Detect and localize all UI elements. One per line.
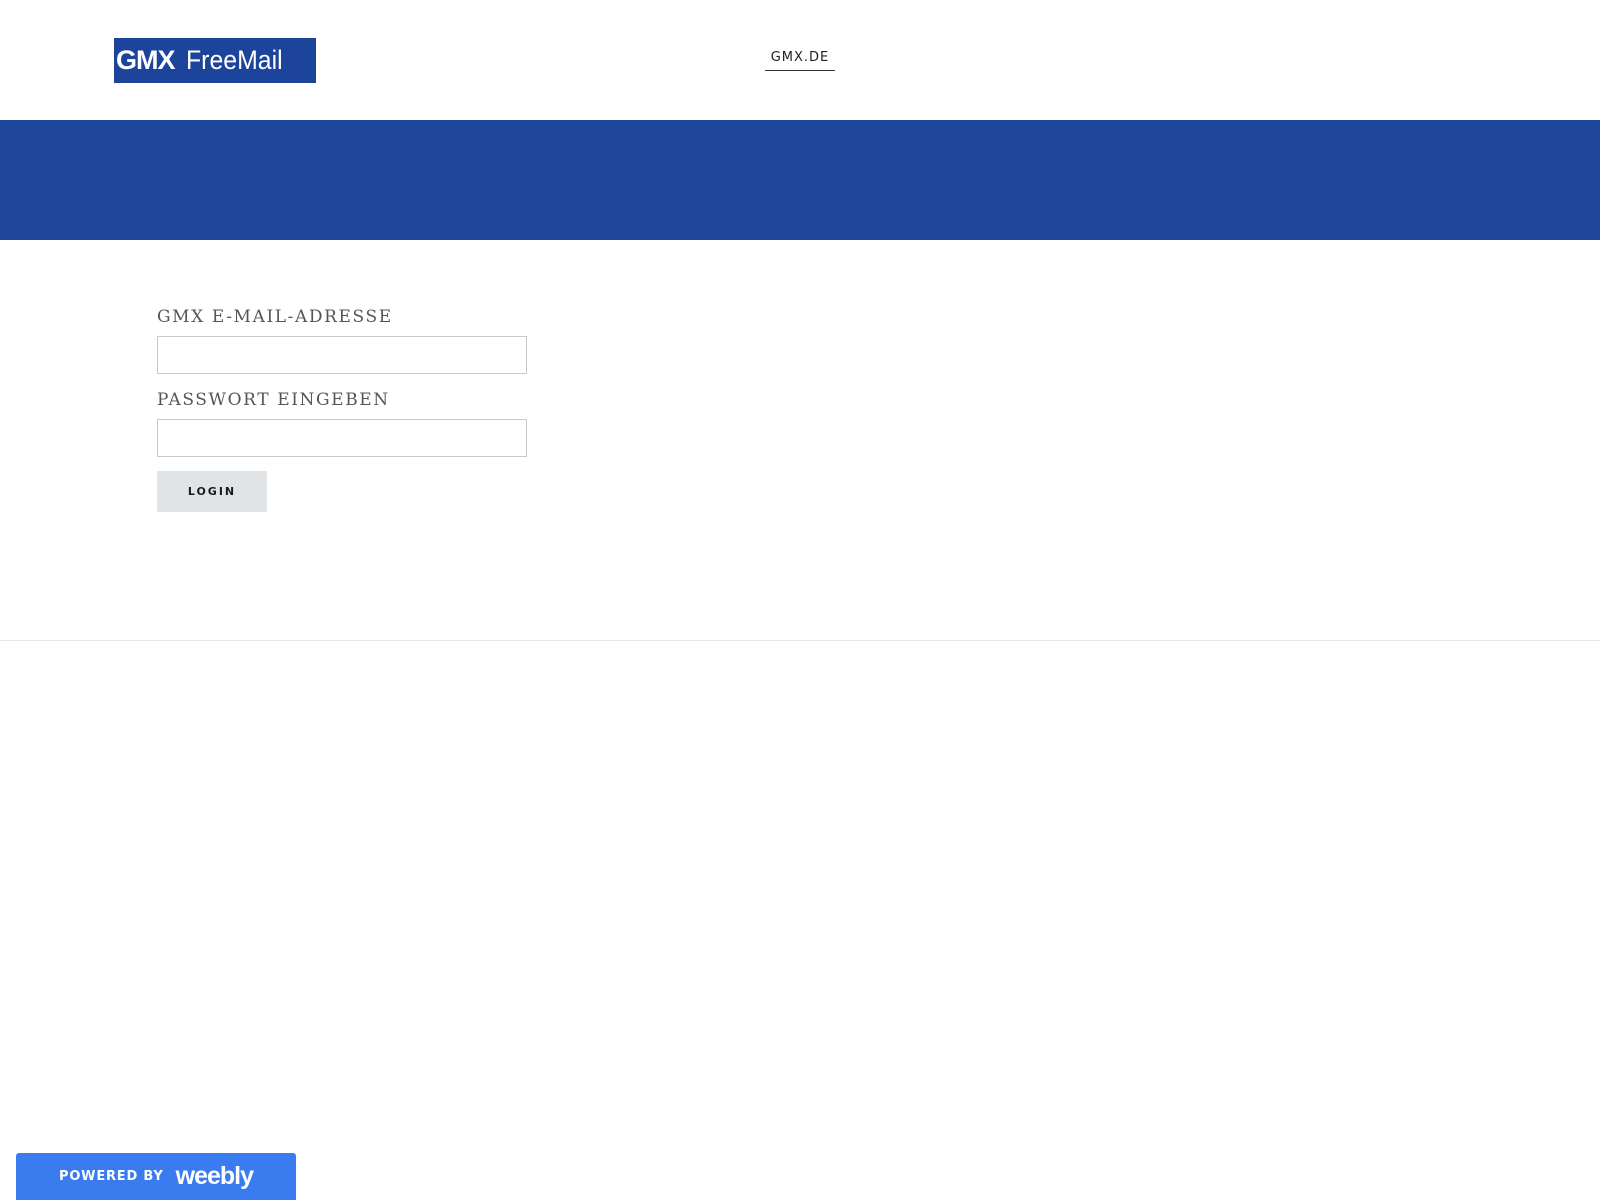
login-form: GMX E-MAIL-ADRESSE PASSWORT EINGEBEN LOG… xyxy=(157,305,557,512)
weebly-logo: weebly xyxy=(175,1162,254,1190)
password-label: PASSWORT EINGEBEN xyxy=(157,390,390,410)
powered-by-text: POWERED BY xyxy=(59,1169,164,1184)
login-button[interactable]: LOGIN xyxy=(157,471,267,512)
email-label: GMX E-MAIL-ADRESSE xyxy=(157,307,393,327)
hero-banner xyxy=(0,120,1600,240)
logo-product: FreeMail xyxy=(185,45,283,75)
content-divider xyxy=(0,640,1600,641)
site-logo[interactable]: GMX FreeMail xyxy=(114,38,316,83)
password-field[interactable] xyxy=(157,419,527,457)
page: GMX FreeMail GMX.DE GMX E-MAIL-ADRESSE P… xyxy=(0,0,1600,1200)
logo-brand: GMX xyxy=(116,45,176,75)
email-field[interactable] xyxy=(157,336,527,374)
powered-by-weebly-badge[interactable]: POWERED BY weebly xyxy=(16,1153,296,1200)
nav-link-gmx-de[interactable]: GMX.DE xyxy=(765,49,835,71)
site-header: GMX FreeMail GMX.DE xyxy=(0,0,1600,120)
